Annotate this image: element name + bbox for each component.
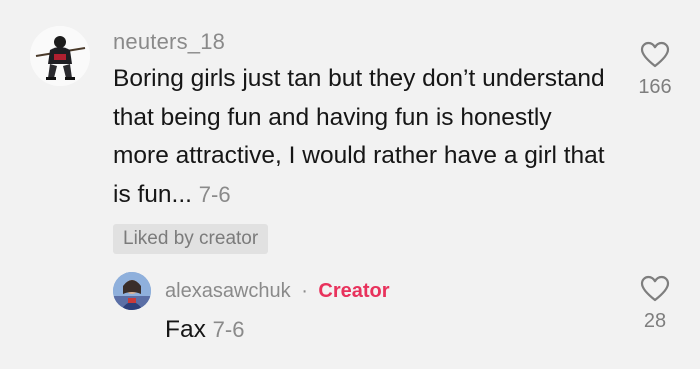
reply-like-button[interactable]: 28 bbox=[625, 275, 685, 333]
separator-dot: · bbox=[301, 280, 308, 302]
heart-icon bbox=[640, 275, 670, 302]
comment-text: Boring girls just tan but they don’t und… bbox=[113, 65, 605, 208]
comment-timestamp: 7-6 bbox=[198, 181, 231, 207]
comment-like-button[interactable]: 166 bbox=[625, 41, 685, 99]
heart-icon bbox=[640, 41, 670, 68]
commenter-username[interactable]: neuters_18 bbox=[113, 29, 225, 55]
reply-avatar[interactable] bbox=[113, 272, 151, 310]
commenter-avatar[interactable] bbox=[30, 26, 90, 86]
reply-header: alexasawchuk · Creator bbox=[165, 280, 390, 303]
reply-timestamp: 7-6 bbox=[212, 317, 245, 342]
comment-body: Boring girls just tan but they don’t und… bbox=[113, 60, 613, 214]
liked-by-creator-badge: Liked by creator bbox=[113, 224, 269, 254]
reply-like-count: 28 bbox=[643, 310, 667, 332]
comment-like-count: 166 bbox=[638, 76, 672, 98]
reply-body: Fax 7-6 bbox=[165, 316, 244, 344]
user-photo-avatar-icon bbox=[113, 272, 151, 310]
hockey-player-avatar-icon bbox=[30, 26, 90, 86]
creator-tag: Creator bbox=[318, 280, 390, 302]
reply-username[interactable]: alexasawchuk bbox=[165, 280, 291, 302]
reply-text: Fax bbox=[165, 316, 206, 343]
